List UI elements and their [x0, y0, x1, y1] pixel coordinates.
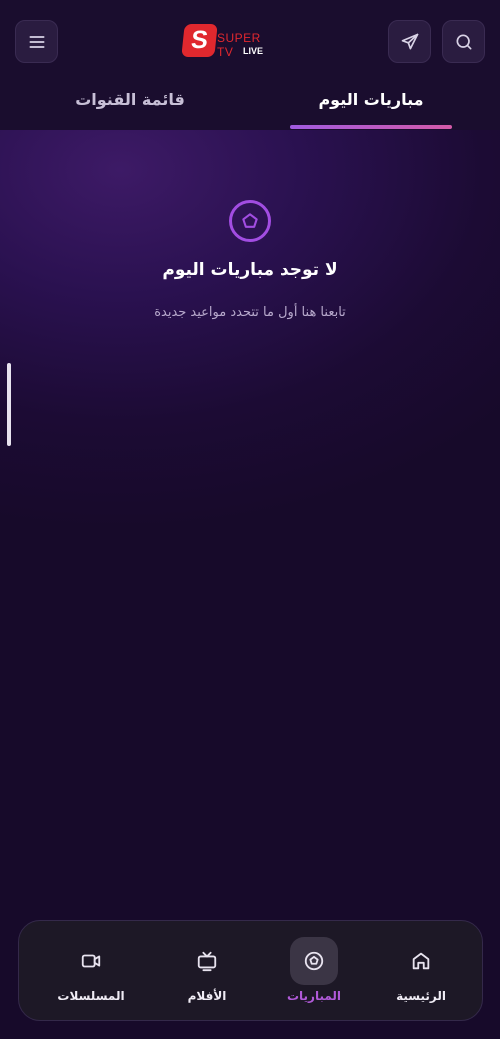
nav-label-series: المسلسلات: [57, 989, 125, 1003]
home-icon: [412, 952, 430, 970]
video-icon: [81, 954, 101, 968]
empty-state-title: لا توجد مباريات اليوم: [162, 260, 338, 280]
ball-icon: [242, 213, 258, 228]
hamburger-icon: [29, 35, 45, 48]
home-icon-wrap: [397, 937, 445, 985]
bottom-navigation: الرئيسية المباريات الأفلام المسلسلات: [18, 920, 483, 1021]
nav-item-movies[interactable]: الأفلام: [157, 937, 257, 1007]
search-button[interactable]: [442, 20, 485, 63]
tv-icon-wrap: [183, 937, 231, 985]
tab-today-matches[interactable]: مباريات اليوم: [290, 86, 452, 112]
empty-state-icon: [229, 200, 271, 242]
ball-icon: [304, 951, 324, 971]
ball-icon-wrap: [290, 937, 338, 985]
search-icon: [456, 34, 471, 50]
nav-label-matches: المباريات: [286, 989, 342, 1003]
nav-item-home[interactable]: الرئيسية: [371, 937, 471, 1007]
send-icon: [401, 33, 418, 50]
nav-label-home: الرئيسية: [396, 989, 446, 1003]
telegram-button[interactable]: [388, 20, 431, 63]
nav-item-series[interactable]: المسلسلات: [41, 937, 141, 1007]
active-tab-indicator: [290, 125, 452, 129]
video-icon-wrap: [67, 937, 115, 985]
nav-item-matches[interactable]: المباريات: [264, 937, 364, 1007]
menu-button[interactable]: [15, 20, 58, 63]
app-logo: S SUPER TV LIVE: [181, 23, 265, 59]
logo-subtitle: LIVE: [243, 46, 264, 56]
app-header: S SUPER TV LIVE مباريات اليوم قائمة القن…: [0, 0, 500, 130]
nav-label-movies: الأفلام: [187, 989, 227, 1003]
tab-channel-list[interactable]: قائمة القنوات: [50, 86, 210, 112]
empty-state-subtitle: تابعنا هنا أول ما تتحدد مواعيد جديدة: [154, 305, 346, 320]
scrollbar[interactable]: [7, 363, 11, 446]
logo-letter: S: [181, 24, 218, 57]
tv-icon: [197, 951, 217, 972]
